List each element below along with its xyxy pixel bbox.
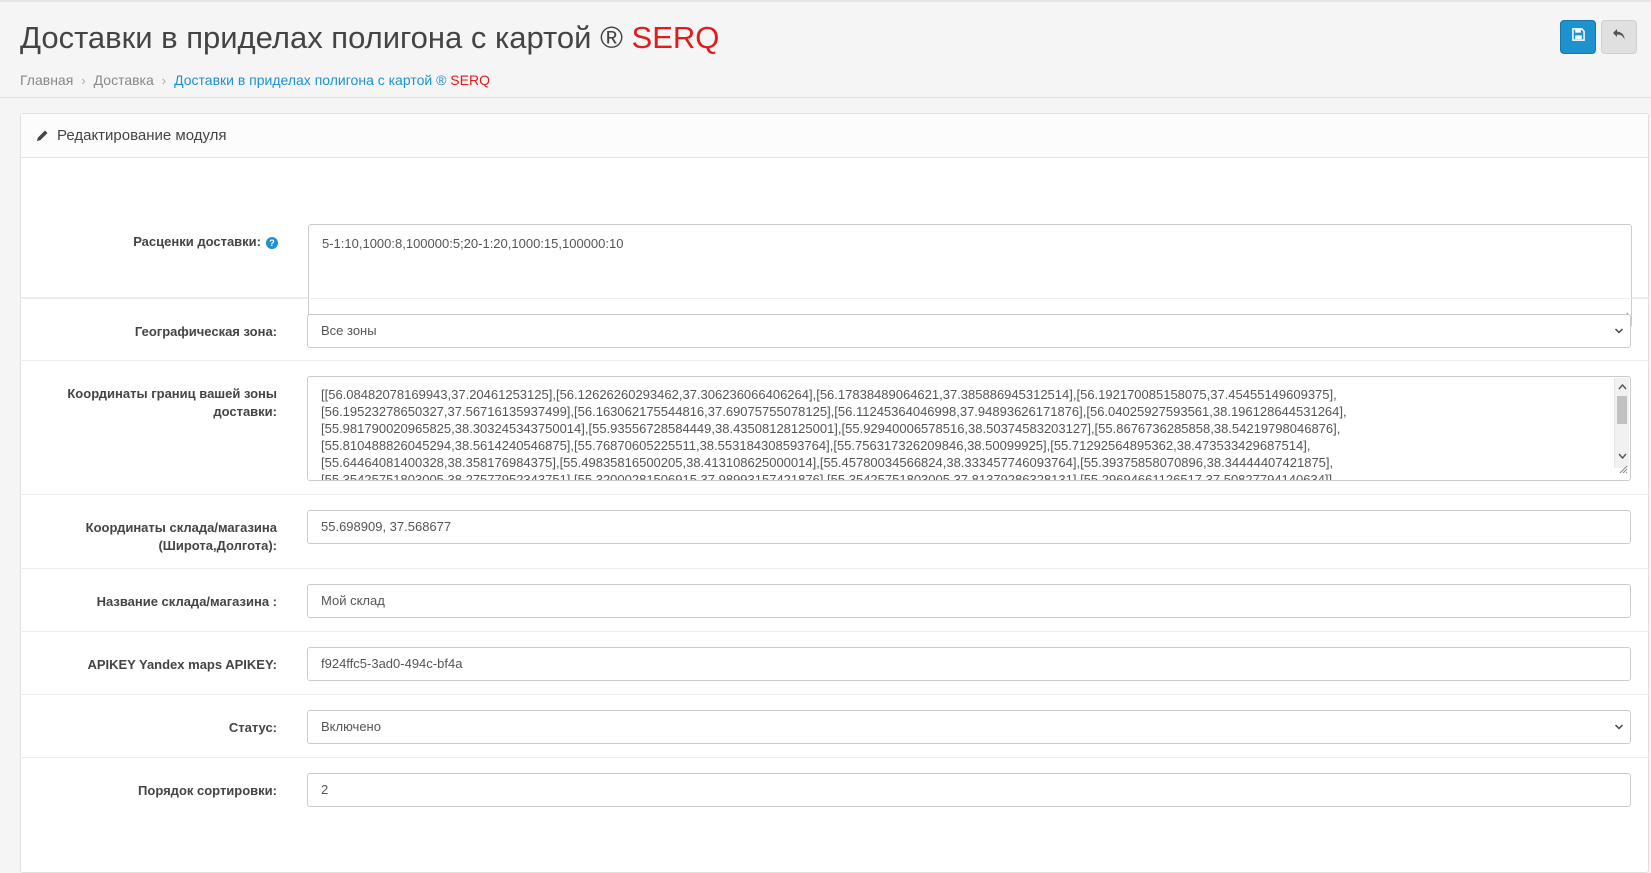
store-name-input[interactable]: Мой склад — [307, 584, 1631, 618]
geo-zone-select[interactable]: Все зоны — [307, 314, 1631, 348]
breadcrumb-home[interactable]: Главная — [20, 72, 73, 88]
status-select[interactable]: Включено — [307, 710, 1631, 744]
panel-heading: Редактирование модуля — [21, 114, 1648, 158]
rates-value: 5-1:10,1000:8,100000:5;20-1:20,1000:15,1… — [322, 236, 624, 251]
form-body: Географическая зона: Все зоны Координаты… — [20, 298, 1649, 821]
chevron-down-icon — [1614, 315, 1624, 360]
breadcrumb-separator: › — [161, 72, 167, 88]
page-title-brand: SERQ — [631, 20, 720, 55]
panel-title: Редактирование модуля — [57, 127, 227, 144]
polygon-label: Координаты границ вашей зоны доставки: — [20, 385, 277, 421]
store-coords-input[interactable]: 55.698909, 37.568677 — [307, 510, 1631, 544]
store-coords-label-line2: (Широта,Долгота): — [158, 538, 277, 553]
breadcrumb: Главная › Доставка › Доставки в приделах… — [20, 72, 490, 88]
store-coords-label-line1: Координаты склада/магазина — [85, 520, 277, 535]
breadcrumb-current[interactable]: Доставки в приделах полигона с картой ® … — [174, 72, 490, 88]
status-label: Статус: — [228, 720, 277, 735]
form-group-store-coords: Координаты склада/магазина (Широта,Долго… — [20, 495, 1649, 569]
form-group-apikey: APIKEY Yandex maps APIKEY: f924ffc5-3ad0… — [20, 632, 1649, 695]
resize-grip-icon[interactable] — [1618, 461, 1628, 478]
pencil-icon — [36, 129, 49, 142]
rates-label: Расценки доставки:? — [21, 233, 278, 251]
polygon-line: [55.810488826045294,38.5614240546875],[5… — [321, 438, 1311, 453]
form-group-store-name: Название склада/магазина : Мой склад — [20, 569, 1649, 632]
scroll-up-icon[interactable] — [1618, 380, 1627, 397]
chevron-down-icon — [1614, 711, 1624, 756]
sort-order-input[interactable]: 2 — [307, 773, 1631, 807]
breadcrumb-current-brand: SERQ — [450, 72, 490, 88]
save-icon — [1571, 28, 1585, 46]
store-coords-label: Координаты склада/магазина (Широта,Долго… — [20, 519, 277, 555]
form-group-status: Статус: Включено — [20, 695, 1649, 758]
polygon-label-line2: доставки: — [213, 404, 277, 419]
polygon-textarea[interactable]: [[56.08482078169943,37.20461253125],[56.… — [307, 376, 1631, 481]
form-group-polygon: Координаты границ вашей зоны доставки: [… — [20, 361, 1649, 495]
back-arrow-icon — [1612, 28, 1626, 46]
breadcrumb-separator: › — [81, 72, 86, 88]
geo-zone-label: Географическая зона: — [134, 324, 277, 339]
polygon-line: [56.19523278650327,37.56716135937499],[5… — [321, 404, 1347, 419]
page-title-text: Доставки в приделах полигона с картой ® — [20, 20, 623, 55]
form-group-rates: Расценки доставки:? 5-1:10,1000:8,100000… — [21, 158, 1648, 328]
store-name-label: Название склада/магазина : — [96, 594, 277, 609]
polygon-label-line1: Координаты границ вашей зоны — [67, 386, 277, 401]
polygon-line: [55.64464081400328,38.358176984375],[55.… — [321, 455, 1334, 470]
form-group-geo-zone: Географическая зона: Все зоны — [20, 298, 1649, 361]
header-actions — [1560, 20, 1637, 54]
page-title: Доставки в приделах полигона с картой ® … — [20, 20, 719, 56]
polygon-line: [55.35425751803005,38.27577952343751],[5… — [321, 472, 1333, 481]
help-icon[interactable]: ? — [266, 236, 278, 249]
apikey-input[interactable]: f924ffc5-3ad0-494c-bf4a — [307, 647, 1631, 681]
page-header: Доставки в приделах полигона с картой ® … — [0, 0, 1651, 98]
polygon-scrollbar[interactable] — [1614, 378, 1629, 468]
apikey-label: APIKEY Yandex maps APIKEY: — [87, 657, 277, 672]
sort-order-label: Порядок сортировки: — [138, 783, 277, 798]
scroll-thumb[interactable] — [1617, 396, 1627, 424]
status-value: Включено — [321, 719, 381, 734]
rates-label-text: Расценки доставки: — [133, 234, 261, 249]
save-button[interactable] — [1560, 20, 1596, 54]
polygon-line: [55.981790020965825,38.303245343750014],… — [321, 421, 1341, 436]
polygon-line: [[56.08482078169943,37.20461253125],[56.… — [321, 387, 1337, 402]
form-group-sort-order: Порядок сортировки: 2 — [20, 758, 1649, 821]
back-button[interactable] — [1601, 20, 1637, 54]
breadcrumb-current-text: Доставки в приделах полигона с картой ® — [174, 72, 447, 88]
breadcrumb-delivery[interactable]: Доставка — [94, 72, 154, 88]
geo-zone-value: Все зоны — [321, 323, 377, 338]
